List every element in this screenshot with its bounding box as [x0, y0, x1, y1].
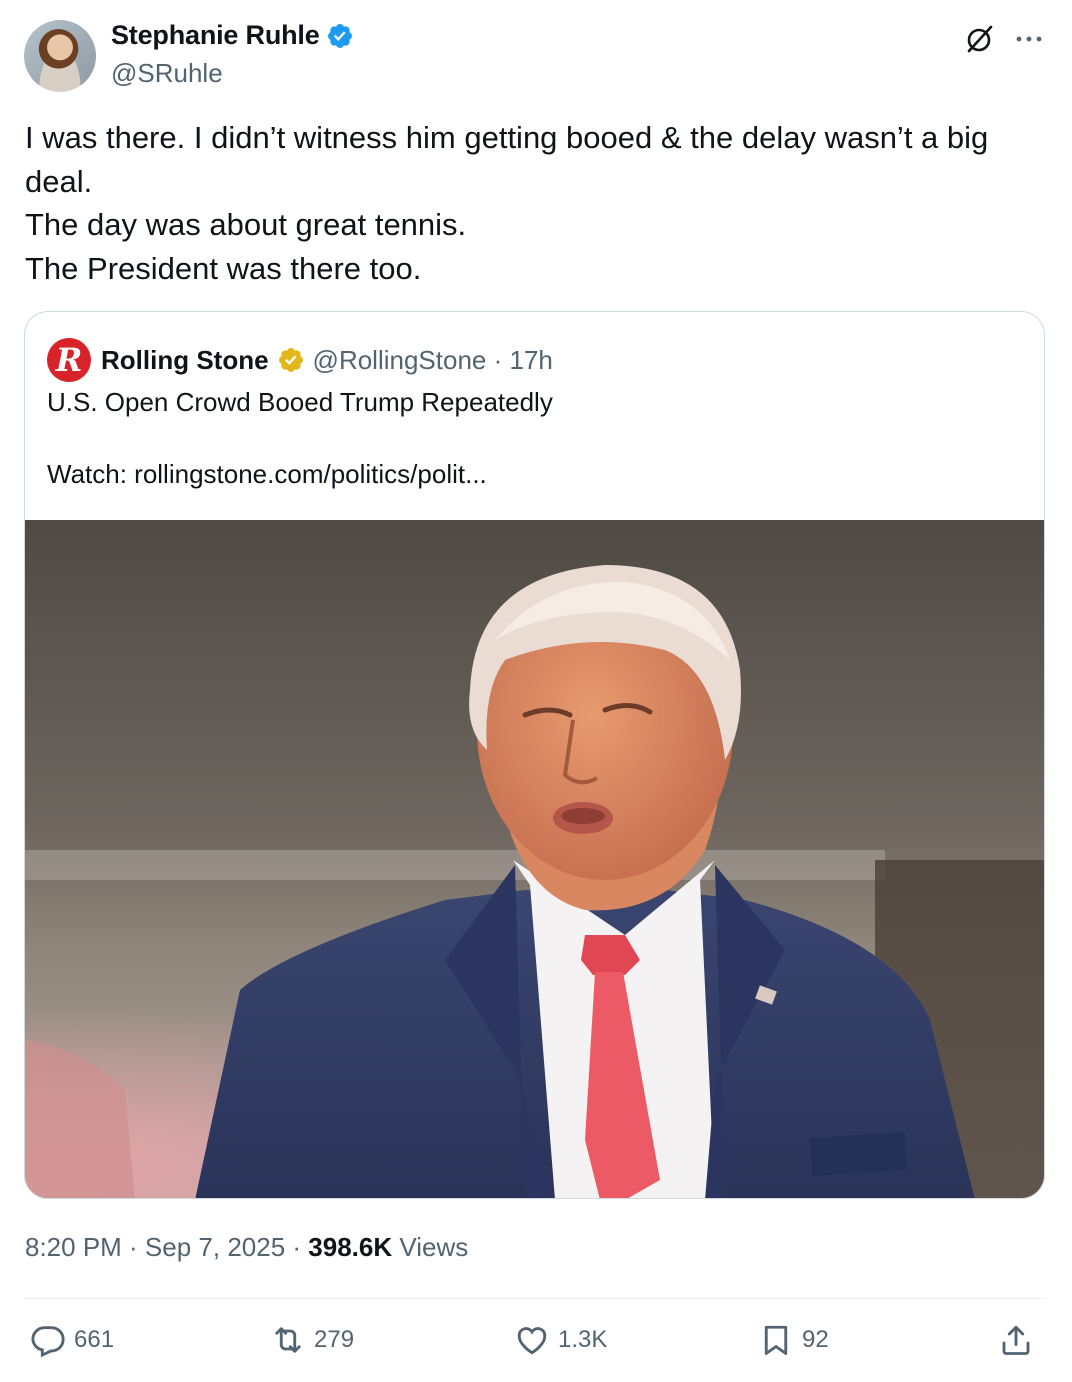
- quoted-text: U.S. Open Crowd Booed Trump Repeatedly W…: [47, 384, 1007, 492]
- quoted-link[interactable]: Watch: rollingstone.com/politics/polit..…: [47, 456, 1007, 492]
- quoted-headline: U.S. Open Crowd Booed Trump Repeatedly: [47, 387, 553, 417]
- repost-count: 279: [314, 1326, 355, 1353]
- like-count: 1.3K: [558, 1326, 608, 1353]
- quoted-photo[interactable]: [25, 520, 1044, 1198]
- author-avatar[interactable]: [24, 20, 96, 92]
- like-icon: [517, 1327, 547, 1355]
- action-bar: 661 279 1.3K 92: [0, 1322, 1072, 1362]
- quoted-tweet-header: R Rolling Stone @RollingStone · 17h: [47, 338, 553, 382]
- bookmark-count: 92: [802, 1326, 829, 1353]
- tweet-meta: 8:20 PM · Sep 7, 2025 · 398.6K Views: [25, 1232, 468, 1263]
- more-icon[interactable]: [1012, 22, 1046, 56]
- author-name-row: Stephanie Ruhle: [111, 20, 354, 51]
- reply-count: 661: [74, 1326, 115, 1353]
- verified-icon: [327, 23, 352, 48]
- repost-button[interactable]: 279: [270, 1322, 354, 1358]
- views-count: 398.6K: [308, 1232, 393, 1262]
- views-label: Views: [392, 1232, 469, 1262]
- tweet-line: The President was there too.: [25, 250, 422, 286]
- reply-button[interactable]: 661: [30, 1322, 114, 1358]
- bookmark-button[interactable]: 92: [758, 1322, 829, 1358]
- verified-org-icon: [278, 348, 303, 372]
- tweet-line: I was there. I didn’t witness him gettin…: [25, 120, 989, 199]
- quoted-display-name: Rolling Stone: [101, 344, 269, 375]
- share-button[interactable]: [998, 1322, 1034, 1358]
- grok-icon[interactable]: [962, 22, 996, 56]
- share-icon: [1002, 1325, 1030, 1355]
- tweet-text: I was there. I didn’t witness him gettin…: [25, 116, 1035, 290]
- divider: [24, 1298, 1045, 1299]
- rolling-stone-logo: R: [47, 338, 91, 382]
- tweet-line: The day was about great tennis.: [25, 207, 467, 242]
- tweet-timestamp[interactable]: 8:20 PM · Sep 7, 2025 ·: [25, 1232, 308, 1262]
- repost-icon: [275, 1327, 301, 1353]
- photo-illustration: [25, 520, 1044, 1198]
- author-display-name[interactable]: Stephanie Ruhle: [111, 20, 320, 51]
- quoted-tweet-card[interactable]: R Rolling Stone @RollingStone · 17h U.S.…: [24, 311, 1045, 1199]
- author-handle[interactable]: @SRuhle: [111, 58, 223, 89]
- quoted-handle-time: @RollingStone · 17h: [312, 344, 553, 375]
- reply-icon: [31, 1326, 65, 1358]
- bookmark-icon: [764, 1325, 788, 1355]
- like-button[interactable]: 1.3K: [514, 1322, 607, 1358]
